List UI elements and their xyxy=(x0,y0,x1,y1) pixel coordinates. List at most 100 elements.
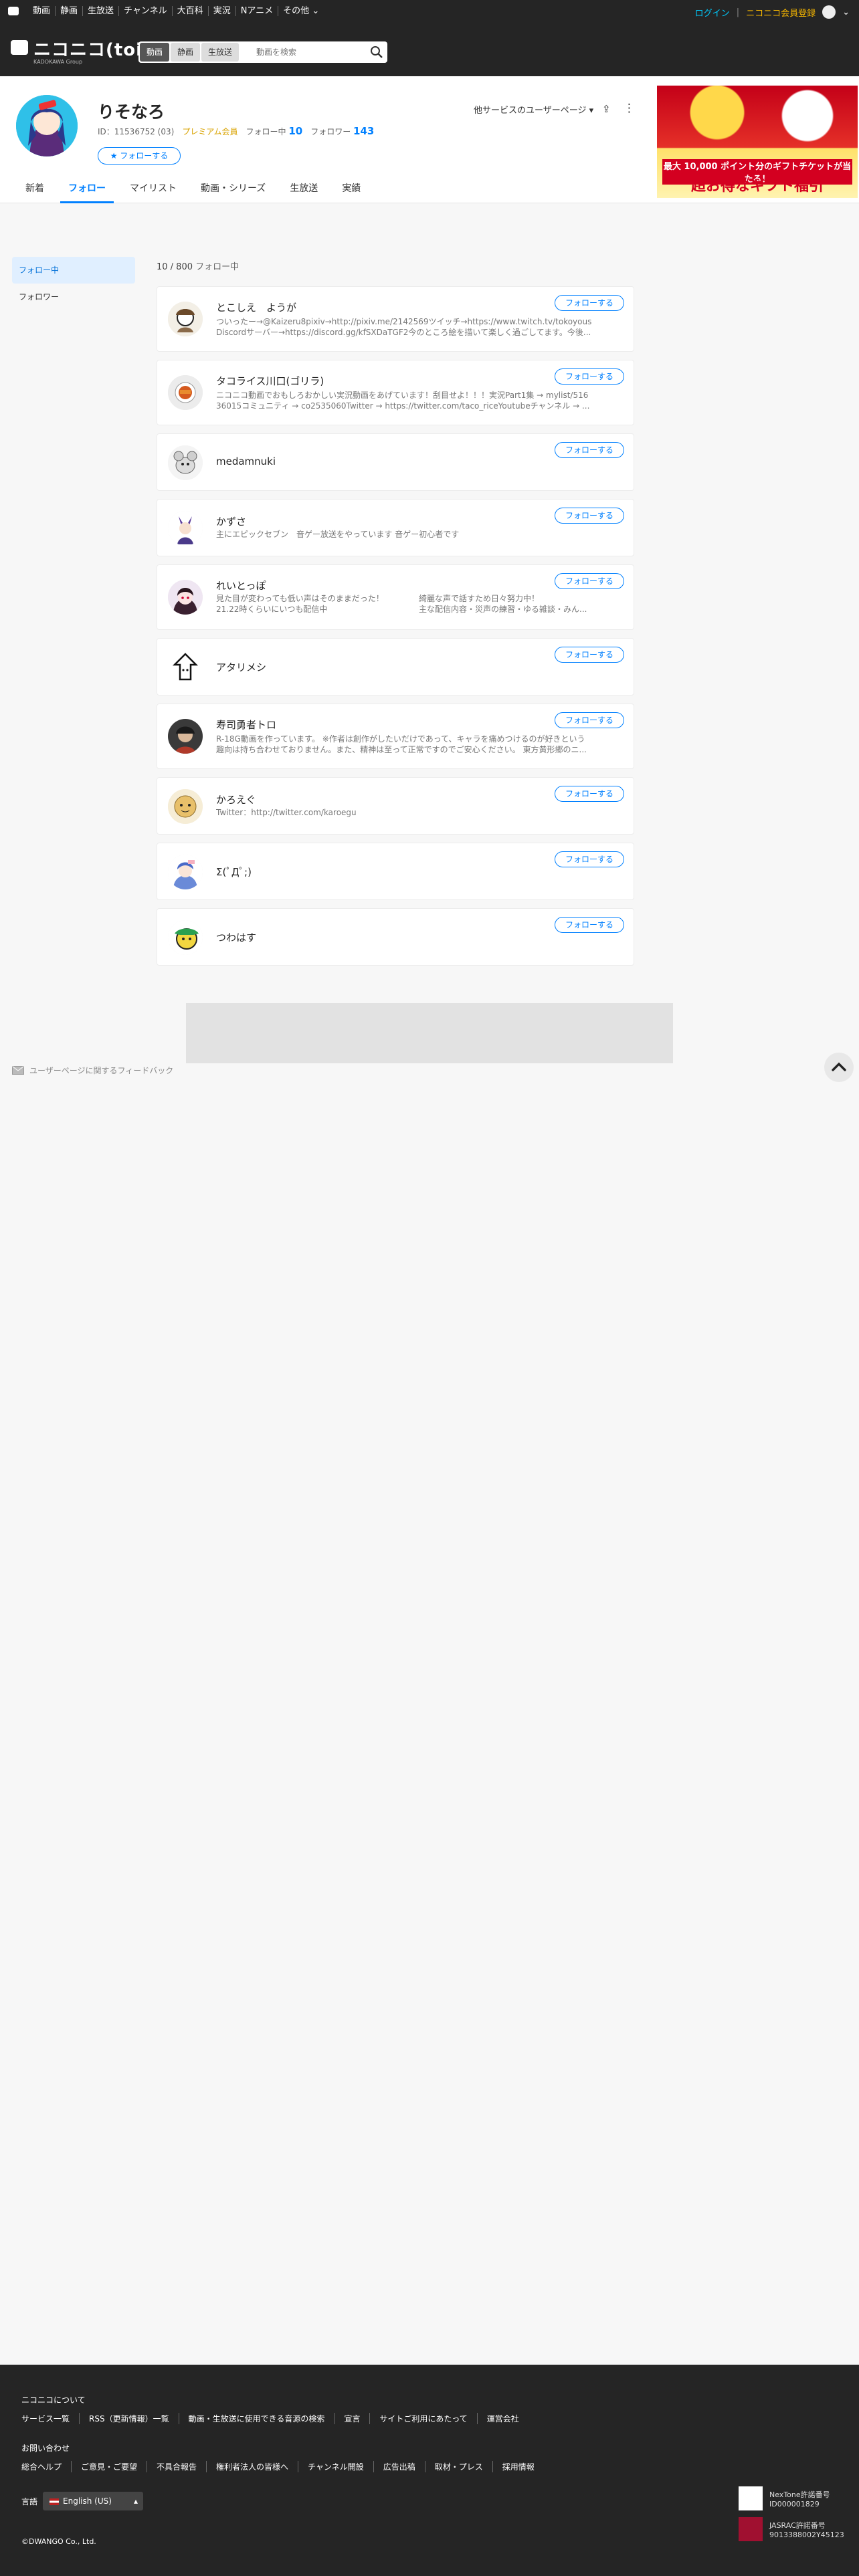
profile-follow-button[interactable]: ★ フォローする xyxy=(98,147,181,165)
footer-link[interactable]: 動画・生放送に使用できる音源の検索 xyxy=(178,2413,335,2424)
niconico-tv-icon[interactable] xyxy=(8,7,19,15)
follow-button[interactable]: フォローする xyxy=(555,786,624,802)
tab-mylist[interactable]: マイリスト xyxy=(118,177,189,203)
follow-button[interactable]: フォローする xyxy=(555,508,624,524)
user-avatar[interactable] xyxy=(168,375,203,410)
service-link-anime[interactable]: Nアニメ xyxy=(236,6,279,16)
service-link-more[interactable]: その他 ⌄ xyxy=(278,6,324,16)
follow-button[interactable]: フォローする xyxy=(555,295,624,311)
more-options-icon[interactable]: ⋮ xyxy=(624,102,635,115)
followers-count: 143 xyxy=(353,125,375,137)
list-item[interactable]: かずさ 主にエピックセブン 音ゲー放送をやっています 音ゲー初心者です フォロー… xyxy=(157,499,634,556)
followers-stat[interactable]: フォロワー 143 xyxy=(310,125,374,137)
tab-videos-series[interactable]: 動画・シリーズ xyxy=(189,177,278,203)
user-name[interactable]: タコライス川口(ゴリラ) xyxy=(216,374,324,388)
user-avatar[interactable] xyxy=(168,920,203,955)
list-item[interactable]: 寿司勇者トロ R-18G動画を作っています。 ※作者は創作がしたいだけであって、… xyxy=(157,704,634,769)
list-item[interactable]: Σ(ﾟДﾟ;) フォローする xyxy=(157,843,634,900)
footer-link[interactable]: 広告出稿 xyxy=(373,2461,425,2472)
footer-link[interactable]: 宣言 xyxy=(334,2413,369,2424)
share-icon[interactable]: ⇪ xyxy=(602,103,611,115)
language-select[interactable]: English (US) ▴ xyxy=(43,2492,144,2510)
search-input[interactable] xyxy=(256,44,363,60)
desc-line: 21.22時くらいにいつも配信中 xyxy=(216,605,328,614)
tab-new[interactable]: 新着 xyxy=(13,177,56,203)
user-name[interactable]: とこしえ ようが xyxy=(216,300,296,314)
service-link-seiga[interactable]: 静画 xyxy=(56,6,84,16)
service-link-channel[interactable]: チャンネル xyxy=(119,6,173,16)
service-link-live[interactable]: 生放送 xyxy=(83,6,120,16)
footer-link[interactable]: チャンネル開設 xyxy=(298,2461,373,2472)
service-link-jikkyo[interactable]: 実況 xyxy=(209,6,236,16)
desc-line: 36015コミュニティ → co2535060Twitter → https:/… xyxy=(216,401,590,411)
footer-link[interactable]: 権利者法人の皆様へ xyxy=(206,2461,298,2472)
login-link[interactable]: ログイン xyxy=(695,6,730,19)
scroll-to-top-button[interactable] xyxy=(824,1053,854,1082)
search-cat-live[interactable]: 生放送 xyxy=(201,43,240,62)
footer-link[interactable]: サイトご利用にあたって xyxy=(369,2413,476,2424)
footer-link[interactable]: 不具合報告 xyxy=(147,2461,206,2472)
chevron-down-icon[interactable]: ⌄ xyxy=(842,7,850,17)
service-link-dic[interactable]: 大百科 xyxy=(173,6,209,16)
user-name[interactable]: かずさ xyxy=(216,514,246,528)
user-avatar[interactable] xyxy=(168,789,203,824)
sidebar-item-following[interactable]: フォロー中 xyxy=(12,257,135,284)
list-item[interactable]: アタリメシ フォローする xyxy=(157,638,634,695)
list-item[interactable]: かろえぐ Twitter：http://twitter.com/karoegu … xyxy=(157,777,634,835)
user-avatar[interactable] xyxy=(168,302,203,336)
list-item[interactable]: つわはす フォローする xyxy=(157,908,634,966)
license-name: JASRAC許諾番号 xyxy=(769,2520,826,2530)
tab-achievements[interactable]: 実績 xyxy=(330,177,373,203)
user-avatar-icon[interactable] xyxy=(822,5,836,19)
footer-link[interactable]: 取材・プレス xyxy=(424,2461,492,2472)
footer-link[interactable]: ご意見・ご要望 xyxy=(71,2461,147,2472)
user-name[interactable]: かろえぐ xyxy=(216,792,256,807)
user-avatar[interactable] xyxy=(168,445,203,480)
follow-button[interactable]: フォローする xyxy=(555,712,624,728)
list-item[interactable]: タコライス川口(ゴリラ) ニコニコ動画でおもしろおかしい実況動画をあげています！… xyxy=(157,360,634,425)
user-name[interactable]: アタリメシ xyxy=(216,660,266,674)
user-avatar[interactable] xyxy=(168,511,203,546)
tab-live[interactable]: 生放送 xyxy=(278,177,330,203)
follow-button[interactable]: フォローする xyxy=(555,851,624,867)
search-cat-seiga[interactable]: 静画 xyxy=(171,43,201,62)
sidebar-item-followers[interactable]: フォロワー xyxy=(12,284,135,310)
user-name[interactable]: Σ(ﾟДﾟ;) xyxy=(216,865,252,879)
user-name[interactable]: れいとっぽ xyxy=(216,578,266,593)
chevron-up-icon xyxy=(832,1062,846,1071)
list-item[interactable]: とこしえ ようが ついったー→@Kaizeru8pixiv→http://pix… xyxy=(157,286,634,352)
avatar-illustration xyxy=(168,445,203,480)
list-item[interactable]: medamnuki フォローする xyxy=(157,433,634,491)
list-item[interactable]: れいとっぽ 見た目が変わっても低い声はそのままだった！ 21.22時くらいにいつ… xyxy=(157,564,634,630)
tab-follow[interactable]: フォロー xyxy=(56,177,118,203)
user-avatar[interactable] xyxy=(168,580,203,615)
follow-button[interactable]: フォローする xyxy=(555,647,624,663)
other-services-dropdown[interactable]: 他サービスのユーザーページ ▾ xyxy=(474,103,593,116)
user-avatar[interactable] xyxy=(168,855,203,889)
logo-tv-icon xyxy=(11,40,28,55)
user-name[interactable]: つわはす xyxy=(216,930,256,944)
footer-link[interactable]: 運営会社 xyxy=(476,2413,529,2424)
follow-button[interactable]: フォローする xyxy=(555,442,624,458)
service-link-douga[interactable]: 動画 xyxy=(28,6,56,16)
user-name: りそなろ xyxy=(98,102,165,122)
footer-link[interactable]: RSS（更新情報）一覧 xyxy=(79,2413,179,2424)
desc-line: 綺麗な声で話すため日々努力中！ xyxy=(419,594,540,603)
user-name[interactable]: medamnuki xyxy=(216,455,276,467)
search-cat-video[interactable]: 動画 xyxy=(140,43,170,62)
user-avatar[interactable] xyxy=(168,719,203,754)
follow-button[interactable]: フォローする xyxy=(555,573,624,589)
user-avatar[interactable] xyxy=(168,650,203,685)
follow-button[interactable]: フォローする xyxy=(555,368,624,385)
user-name[interactable]: 寿司勇者トロ xyxy=(216,718,276,732)
follow-button[interactable]: フォローする xyxy=(555,917,624,933)
ad-banner[interactable]: 最大 10,000 ポイント分のギフトチケットが当たる！ 超お得なギフト福引 xyxy=(657,86,858,198)
jasrac-logo-icon xyxy=(739,2517,763,2541)
feedback-link[interactable]: ユーザーページに関するフィードバック xyxy=(12,1065,173,1076)
footer-link[interactable]: 総合ヘルプ xyxy=(21,2461,71,2472)
footer-link[interactable]: サービス一覧 xyxy=(21,2413,79,2424)
footer-link[interactable]: 採用情報 xyxy=(492,2461,544,2472)
register-link[interactable]: ニコニコ会員登録 xyxy=(746,6,816,19)
search-icon[interactable] xyxy=(370,45,383,59)
following-stat[interactable]: フォロー中 10 xyxy=(246,125,302,137)
